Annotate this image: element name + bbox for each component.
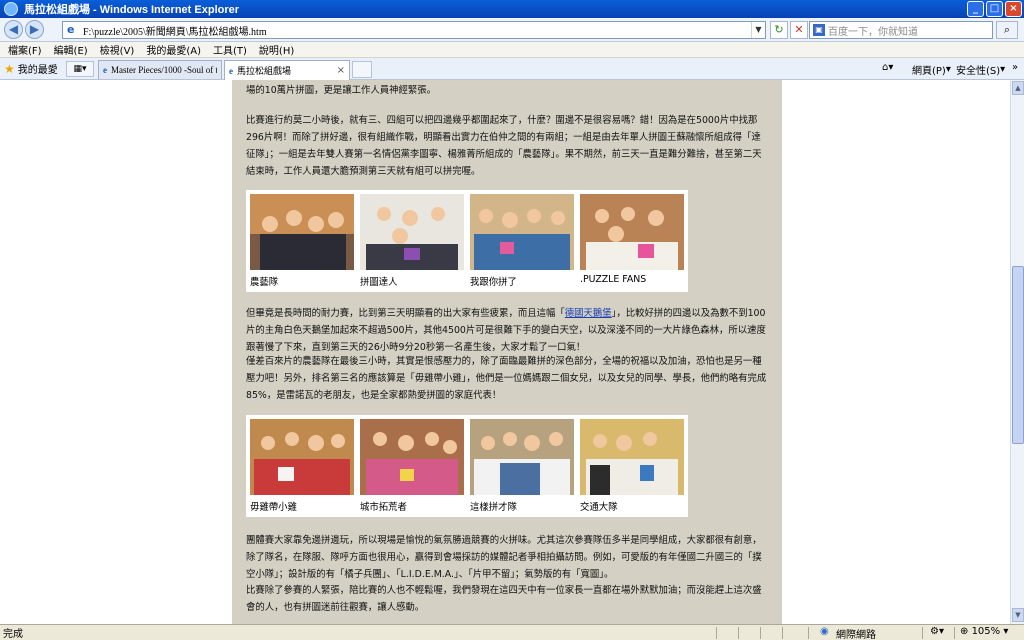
home-icon[interactable]: ⌂▾ bbox=[882, 62, 893, 73]
star-icon: ★ bbox=[4, 61, 15, 76]
page-menu-label: 網頁(P) bbox=[912, 66, 946, 77]
address-dropdown-icon[interactable]: ▼ bbox=[751, 22, 765, 38]
search-input[interactable]: ▣ 百度一下，你就知道 bbox=[809, 21, 993, 39]
minimize-button[interactable]: _ bbox=[967, 1, 984, 17]
tab-bar: ★ 我的最愛 ▦▾ e Master Pieces/1000 -Soul of … bbox=[0, 58, 1024, 80]
photo-set-2: 毋雞帶小雞 城市拓荒者 這樣拼才隊 交通大隊 bbox=[246, 415, 688, 517]
team-photo bbox=[580, 194, 684, 270]
favorites-button[interactable]: ★ 我的最愛 bbox=[4, 61, 58, 77]
photo-caption: 城市拓荒者 bbox=[360, 502, 407, 513]
photo-set-1: 農藝隊 拼圖達人 我跟你拼了 .PUZZLE FANS bbox=[246, 190, 688, 292]
close-button[interactable]: × bbox=[1005, 1, 1022, 17]
menu-file[interactable]: 檔案(F) bbox=[8, 42, 42, 57]
search-icon[interactable]: ⌕ bbox=[996, 21, 1018, 39]
divider bbox=[716, 627, 717, 639]
maximize-button[interactable]: □ bbox=[986, 1, 1003, 17]
zone-label: 網際網路 bbox=[836, 630, 876, 640]
stop-button[interactable]: ✕ bbox=[790, 21, 808, 39]
forward-button[interactable]: ▶ bbox=[25, 20, 44, 39]
protected-mode-icon[interactable]: ⚙▾ bbox=[930, 626, 944, 637]
page-icon: e bbox=[103, 65, 107, 75]
scroll-thumb[interactable] bbox=[1012, 266, 1024, 444]
menu-help[interactable]: 說明(H) bbox=[259, 42, 294, 57]
tab-master-pieces[interactable]: e Master Pieces/1000 -Soul of t... bbox=[98, 60, 222, 79]
search-placeholder: 百度一下，你就知道 bbox=[828, 26, 918, 38]
team-photo bbox=[360, 419, 464, 495]
new-tab-button[interactable] bbox=[352, 61, 372, 78]
tab-marathon[interactable]: e 馬拉松組戲場 × bbox=[224, 60, 350, 80]
menu-edit[interactable]: 編輯(E) bbox=[54, 42, 88, 57]
photo-caption: 這樣拼才隊 bbox=[470, 502, 517, 513]
paragraph: 團體賽大家靠免邊拼邊玩，所以現場是愉悅的氣氛勝過競賽的火拼味。尤其這次參賽隊伍多… bbox=[246, 535, 762, 580]
refresh-button[interactable]: ↻ bbox=[770, 21, 788, 39]
vertical-scrollbar[interactable]: ▲ ▼ bbox=[1010, 80, 1024, 624]
team-photo bbox=[580, 419, 684, 495]
safety-menu-label: 安全性(S) bbox=[956, 66, 1001, 77]
paragraph-text: 但畢竟是長時間的耐力賽，比到第三天明顯看的出大家有些疲累，而且這幅「 bbox=[246, 308, 565, 319]
zoom-level: 105% bbox=[971, 626, 1001, 637]
photo-caption: 交通大隊 bbox=[580, 502, 618, 513]
paragraph: 場的10萬片拼圖，更是讓工作人員神經緊張。 bbox=[246, 85, 437, 96]
page-icon: e bbox=[229, 65, 233, 76]
safety-menu[interactable]: 安全性(S) ▾ bbox=[956, 62, 1005, 77]
back-button[interactable]: ◀ bbox=[4, 20, 23, 39]
paragraph: 比賽進行約莫二小時後，就有三、四組可以把四邊幾乎都圍起來了，什麼？圍邊不是很容易… bbox=[246, 115, 762, 177]
divider bbox=[738, 627, 739, 639]
paragraph: 比賽除了參賽的人緊張，陪比賽的人也不輕鬆喔，我們發現在這四天中有一位家長一直都在… bbox=[246, 585, 762, 613]
url-text: F:\puzzle\2005\新聞網頁\馬拉松組戲場.htm bbox=[83, 26, 267, 38]
status-bar: 完成 ◉ 網際網路 ⚙▾ ⊕ 105% ▾ bbox=[0, 624, 1024, 640]
window-controls: _ □ × bbox=[967, 1, 1022, 17]
tab-label: 馬拉松組戲場 bbox=[237, 67, 292, 77]
address-toolbar: ◀ ▶ e F:\puzzle\2005\新聞網頁\馬拉松組戲場.htm ▼ ↻… bbox=[0, 18, 1024, 42]
zoom-control[interactable]: ⊕ 105% ▾ bbox=[960, 626, 1008, 637]
menu-tools[interactable]: 工具(T) bbox=[213, 42, 247, 57]
scroll-up-icon[interactable]: ▲ bbox=[1012, 81, 1024, 95]
address-bar[interactable]: e F:\puzzle\2005\新聞網頁\馬拉松組戲場.htm ▼ bbox=[62, 21, 766, 39]
scroll-down-icon[interactable]: ▼ bbox=[1012, 608, 1024, 622]
title-bar: 馬拉松組戲場 - Windows Internet Explorer _ □ × bbox=[0, 0, 1024, 18]
search-provider-icon: ▣ bbox=[813, 24, 825, 36]
more-commands-icon[interactable]: » bbox=[1012, 62, 1018, 73]
favorites-label: 我的最愛 bbox=[17, 65, 58, 76]
photo-caption: 毋雞帶小雞 bbox=[250, 502, 297, 513]
globe-icon: ◉ bbox=[820, 626, 829, 637]
status-text: 完成 bbox=[3, 629, 23, 640]
tab-label: Master Pieces/1000 -Soul of t... bbox=[111, 65, 217, 75]
photo-caption: .PUZZLE FANS bbox=[580, 274, 647, 285]
page-icon: e bbox=[67, 23, 75, 36]
divider bbox=[922, 627, 923, 639]
page-menu[interactable]: 網頁(P) ▾ bbox=[912, 62, 951, 77]
divider bbox=[782, 627, 783, 639]
close-tab-icon[interactable]: × bbox=[337, 65, 345, 76]
menu-view[interactable]: 檢視(V) bbox=[100, 42, 135, 57]
team-photo bbox=[470, 194, 574, 270]
article-column: 場的10萬片拼圖，更是讓工作人員神經緊張。 比賽進行約莫二小時後，就有三、四組可… bbox=[232, 80, 782, 624]
photo-caption: 我跟你拼了 bbox=[470, 277, 517, 288]
divider bbox=[808, 627, 809, 639]
photo-caption: 拼圖達人 bbox=[360, 277, 398, 288]
divider bbox=[954, 627, 955, 639]
photo-caption: 農藝隊 bbox=[250, 277, 279, 288]
content-viewport: 場的10萬片拼圖，更是讓工作人員神經緊張。 比賽進行約莫二小時後，就有三、四組可… bbox=[0, 80, 1010, 624]
ie-icon bbox=[4, 2, 18, 16]
quick-tabs-icon[interactable]: ▦▾ bbox=[66, 61, 94, 77]
menu-favorites[interactable]: 我的最愛(A) bbox=[146, 42, 201, 57]
team-photo bbox=[250, 194, 354, 270]
team-photo bbox=[360, 194, 464, 270]
team-photo bbox=[250, 419, 354, 495]
window-title: 馬拉松組戲場 - Windows Internet Explorer bbox=[24, 4, 240, 16]
divider bbox=[760, 627, 761, 639]
paragraph: 僅差百來片的農藝隊在最後三小時，其實是恨感壓力的，除了面臨最難拼的深色部分，全場… bbox=[246, 356, 767, 401]
team-photo bbox=[470, 419, 574, 495]
menu-bar: 檔案(F) 編輯(E) 檢視(V) 我的最愛(A) 工具(T) 說明(H) bbox=[0, 42, 1024, 58]
neuschwanstein-link[interactable]: 德國天鵝堡 bbox=[565, 308, 612, 319]
paragraph: 但畢竟是長時間的耐力賽，比到第三天明顯看的出大家有些疲累，而且這幅「德國天鵝堡」… bbox=[246, 305, 768, 356]
